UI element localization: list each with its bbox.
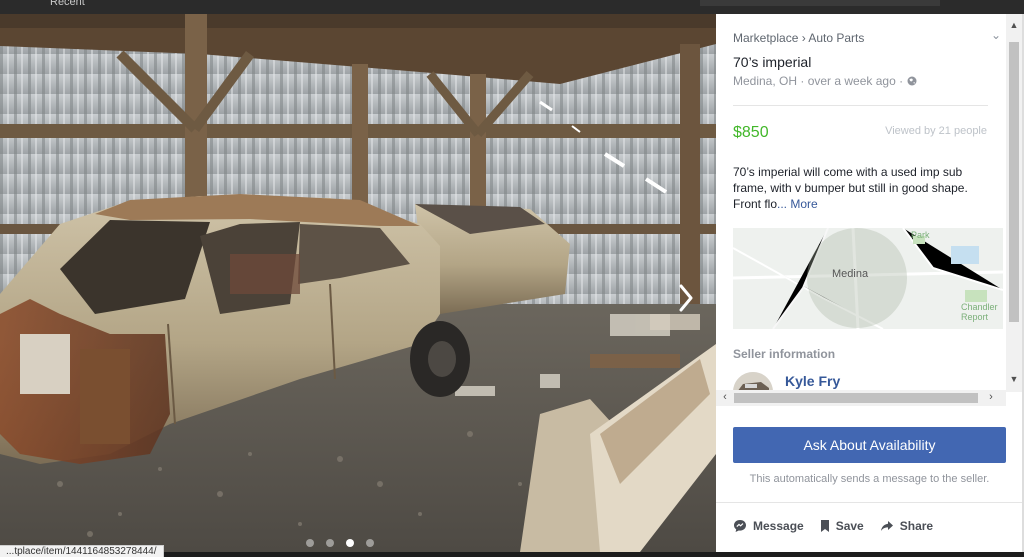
next-photo-button[interactable] bbox=[672, 278, 700, 318]
ask-availability-button[interactable]: Ask About Availability bbox=[733, 427, 1006, 463]
marketplace-item-viewer: Recent ...tplace/item/1441164853278444/ … bbox=[0, 0, 1024, 557]
listing-photo[interactable] bbox=[0, 14, 716, 552]
top-strip-text: Recent bbox=[50, 0, 85, 8]
seller-name-link[interactable]: Kyle Fry bbox=[785, 373, 840, 389]
breadcrumb[interactable]: Marketplace › Auto Parts bbox=[733, 31, 864, 45]
scroll-down-icon[interactable]: ▼ bbox=[1009, 374, 1019, 384]
details-scroll-area[interactable]: Marketplace › Auto Parts ⌄ 70’s imperial… bbox=[716, 14, 1022, 392]
share-label: Share bbox=[899, 519, 934, 533]
seller-avatar[interactable] bbox=[733, 372, 773, 392]
auto-message-note: This automatically sends a message to th… bbox=[749, 473, 990, 485]
location-map[interactable]: Medina Park Chandler Report bbox=[733, 228, 1003, 329]
scrollbar-thumb[interactable] bbox=[734, 393, 978, 403]
status-bar-url: ...tplace/item/1441164853278444/ bbox=[0, 545, 164, 557]
divider bbox=[716, 502, 1022, 503]
description-text: 70’s imperial will come with a used imp … bbox=[733, 165, 968, 211]
scroll-right-icon[interactable]: › bbox=[984, 391, 998, 403]
share-button[interactable]: Share bbox=[880, 519, 933, 533]
barn-car-photo bbox=[0, 14, 716, 552]
message-label: Message bbox=[753, 519, 804, 533]
action-bar: Message Save Share bbox=[733, 519, 933, 533]
divider bbox=[733, 105, 988, 106]
chevron-down-icon[interactable]: ⌄ bbox=[991, 28, 1001, 42]
view-count: Viewed by 21 people bbox=[885, 125, 987, 137]
horizontal-scrollbar[interactable]: ‹ › bbox=[716, 390, 1006, 406]
top-strip: Recent bbox=[0, 0, 1024, 14]
top-strip-decoration bbox=[700, 0, 940, 6]
chevron-right-icon bbox=[679, 284, 693, 312]
listing-details-panel: Marketplace › Auto Parts ⌄ 70’s imperial… bbox=[716, 14, 1022, 552]
carousel-dot[interactable] bbox=[366, 539, 374, 547]
listing-title: 70’s imperial bbox=[733, 54, 812, 70]
share-arrow-icon bbox=[880, 521, 893, 531]
message-button[interactable]: Message bbox=[733, 519, 804, 533]
carousel-dot-active[interactable] bbox=[346, 539, 354, 547]
message-bubble-icon bbox=[734, 520, 746, 532]
see-more-link[interactable]: ... More bbox=[777, 197, 818, 211]
vertical-scrollbar[interactable]: ▲ ▼ bbox=[1006, 14, 1022, 392]
listing-description: 70’s imperial will come with a used imp … bbox=[733, 164, 985, 212]
seller-info-heading: Seller information bbox=[733, 347, 836, 361]
carousel-dot[interactable] bbox=[306, 539, 314, 547]
globe-icon bbox=[907, 76, 917, 86]
listing-price: $850 bbox=[733, 124, 769, 141]
map-park-label: Park bbox=[911, 230, 930, 240]
listing-location-time: Medina, OH · over a week ago · bbox=[733, 74, 904, 88]
scrollbar-thumb[interactable] bbox=[1009, 42, 1019, 322]
listing-meta: Medina, OH · over a week ago · bbox=[733, 74, 917, 88]
map-report-link[interactable]: Report bbox=[961, 312, 998, 322]
map-city-label: Medina bbox=[832, 268, 869, 280]
map-corner-labels: Chandler Report bbox=[961, 302, 998, 322]
map-corner-label: Chandler bbox=[961, 302, 998, 312]
avatar-car-image bbox=[733, 372, 773, 392]
carousel-dots bbox=[306, 539, 374, 547]
carousel-dot[interactable] bbox=[326, 539, 334, 547]
save-button[interactable]: Save bbox=[820, 519, 864, 533]
bookmark-icon bbox=[820, 520, 829, 532]
scroll-up-icon[interactable]: ▲ bbox=[1009, 20, 1019, 30]
scroll-left-icon[interactable]: ‹ bbox=[718, 391, 732, 403]
save-label: Save bbox=[835, 519, 864, 533]
